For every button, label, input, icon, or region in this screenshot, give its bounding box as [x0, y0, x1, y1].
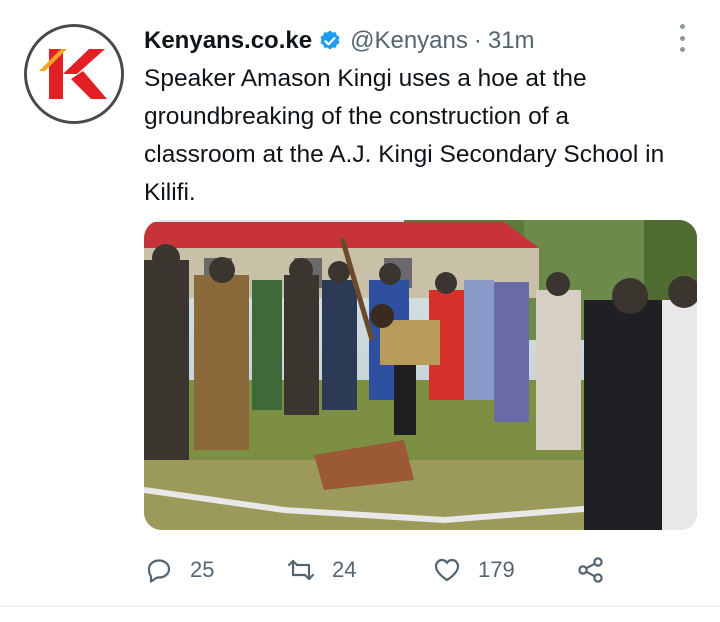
retweet-icon	[287, 559, 315, 581]
reply-icon	[147, 559, 171, 583]
like-button[interactable]: 179	[432, 552, 515, 588]
separator-dot: ·	[473, 27, 482, 54]
kenyans-logo-icon	[27, 27, 121, 121]
photo-scene	[144, 220, 697, 530]
more-options-icon[interactable]	[678, 24, 686, 52]
action-bar: 25 24 179	[144, 552, 624, 588]
share-button[interactable]	[576, 552, 606, 588]
like-count: 179	[478, 557, 515, 582]
tweet-photo[interactable]	[144, 220, 697, 530]
retweet-button[interactable]: 24	[286, 552, 356, 588]
heart-icon	[434, 558, 460, 582]
share-icon	[578, 557, 603, 583]
author-avatar[interactable]	[24, 24, 124, 124]
tweet-header: Kenyans.co.ke @Kenyans · 31m	[144, 24, 670, 58]
reply-button[interactable]: 25	[144, 552, 214, 588]
author-name[interactable]: Kenyans.co.ke	[144, 27, 312, 55]
tweet-text: Speaker Amason Kingi uses a hoe at the g…	[144, 65, 665, 206]
author-handle[interactable]: @Kenyans	[350, 27, 468, 55]
retweet-count: 24	[332, 557, 357, 582]
reply-count: 25	[190, 557, 215, 582]
verified-badge-icon	[318, 29, 342, 53]
divider	[0, 606, 720, 607]
tweet-time[interactable]: 31m	[488, 27, 535, 55]
